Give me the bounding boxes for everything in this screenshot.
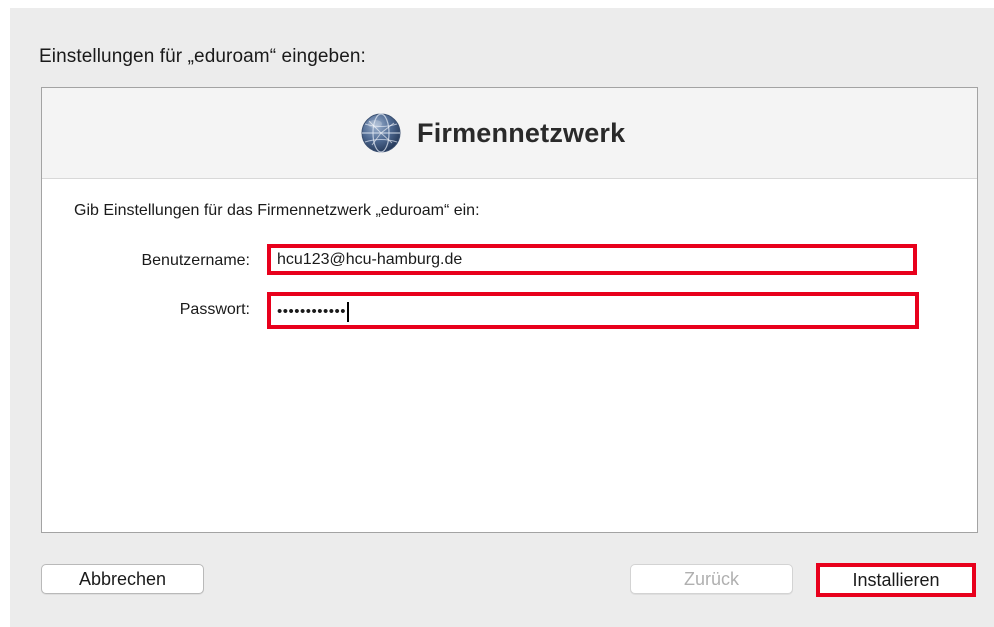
panel-header: Firmennetzwerk [42, 88, 977, 179]
dialog-window: Einstellungen für „eduroam“ eingeben: Fi… [10, 8, 994, 627]
install-button[interactable]: Installieren [816, 563, 976, 597]
password-label: Passwort: [179, 301, 250, 318]
username-value: hcu123@hcu-hamburg.de [277, 251, 463, 268]
panel-title: Firmennetzwerk [417, 117, 626, 148]
panel-title-group: Firmennetzwerk [360, 110, 625, 156]
back-button[interactable]: Zurück [630, 564, 793, 594]
username-label: Benutzername: [141, 252, 250, 269]
settings-prompt: Gib Einstellungen für das Firmennetzwerk… [74, 202, 480, 219]
settings-panel: Firmennetzwerk Gib Einstellungen für das… [41, 87, 978, 533]
network-globe-icon [361, 113, 401, 153]
cancel-button[interactable]: Abbrechen [41, 564, 204, 594]
password-field[interactable]: •••••••••••• [267, 292, 919, 329]
username-field[interactable]: hcu123@hcu-hamburg.de [267, 244, 917, 275]
dialog-heading: Einstellungen für „eduroam“ eingeben: [39, 46, 366, 67]
password-value: •••••••••••• [277, 303, 347, 320]
password-value-wrap: •••••••••••• [277, 302, 911, 323]
text-caret [347, 302, 350, 323]
